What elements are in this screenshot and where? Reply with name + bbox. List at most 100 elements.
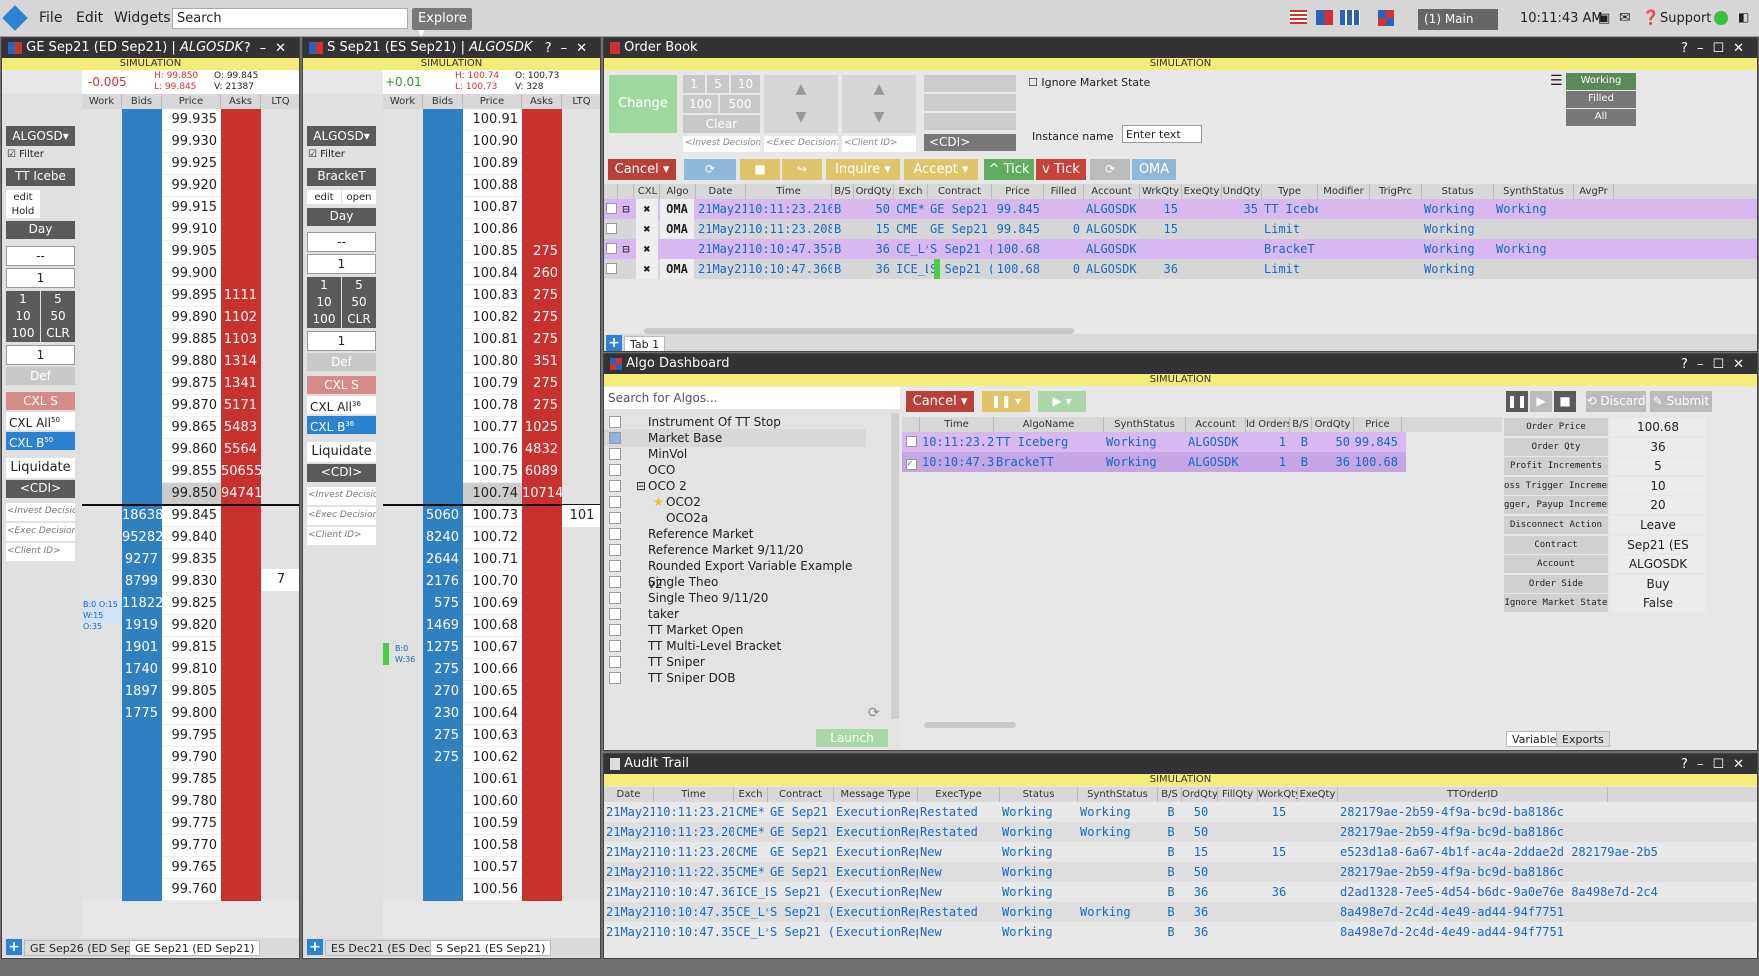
qty-up-down-arrows[interactable]: ▲ ▼ <box>842 75 916 133</box>
work-cell[interactable] <box>383 527 423 549</box>
work-cell[interactable] <box>383 593 423 615</box>
ladder-row[interactable]: 99.860 5564 <box>82 439 299 461</box>
work-cell[interactable] <box>383 549 423 571</box>
work-cell[interactable] <box>82 285 122 307</box>
ask-qty-cell[interactable]: 275 <box>522 285 562 307</box>
support-link[interactable]: Support <box>1660 11 1711 26</box>
work-cell[interactable] <box>82 527 122 549</box>
algo-checkbox[interactable] <box>609 672 621 684</box>
column-header-exch[interactable]: Exch <box>734 787 768 802</box>
work-cell[interactable] <box>82 263 122 285</box>
variable-value[interactable]: Leave <box>1610 516 1706 534</box>
audit-row[interactable]: 21May2110:10:47.357CE_L*S Sep21 (EExecut… <box>604 902 1757 922</box>
ladder-row[interactable]: 99.925 <box>82 153 299 175</box>
column-header-undqty[interactable]: UndQty <box>1222 184 1262 199</box>
work-cell[interactable] <box>82 835 122 857</box>
work-cell[interactable] <box>82 241 122 263</box>
bid-qty-cell[interactable] <box>122 417 162 439</box>
work-cell[interactable] <box>82 219 122 241</box>
ask-qty-cell[interactable] <box>522 791 562 813</box>
cancel-icon[interactable]: ✖ <box>636 259 658 279</box>
horizontal-scrollbar[interactable] <box>924 722 1016 728</box>
edit-button[interactable]: edit <box>307 190 341 204</box>
work-cell[interactable] <box>82 879 122 901</box>
refresh-icon[interactable]: ⟳ <box>684 159 736 180</box>
ladder-row[interactable]: 100.74 10714 <box>383 483 600 505</box>
bid-qty-cell[interactable] <box>423 153 463 175</box>
column-header-ordqty[interactable]: OrdQty <box>1182 787 1218 802</box>
ladder-row[interactable]: 99.895 1111 <box>82 285 299 307</box>
order-row[interactable]: ✖OMA 21May2110:11:23.208B 15 CME GE Sep21 (9… <box>604 219 1757 239</box>
ask-qty-cell[interactable] <box>221 197 261 219</box>
variable-value[interactable]: Buy <box>1610 574 1706 593</box>
variable-value[interactable]: Sep21 (ES Sep21) <box>1610 535 1706 570</box>
algo-order-row[interactable]: ✓ 10:10:47.357BrackeTT Working ALGOSDK 1B 36 1… <box>902 452 1406 472</box>
price-cell[interactable]: 100.90 <box>463 131 522 153</box>
work-cell[interactable] <box>82 747 122 769</box>
qty-1-button[interactable]: 1 <box>6 291 40 308</box>
ask-qty-cell[interactable] <box>221 857 261 879</box>
work-cell[interactable] <box>383 857 423 879</box>
ask-qty-cell[interactable] <box>522 747 562 769</box>
algo-checkbox[interactable] <box>609 656 621 668</box>
bid-qty-cell[interactable]: 2644 <box>423 549 463 571</box>
tick-up-button[interactable]: ^ Tick <box>984 159 1034 180</box>
work-cell[interactable] <box>82 813 122 835</box>
bid-qty-cell[interactable] <box>423 483 463 505</box>
flag-icon[interactable] <box>1290 10 1307 24</box>
default-button[interactable]: Def <box>6 367 75 385</box>
tab-exports[interactable]: Exports <box>1556 731 1610 747</box>
bid-qty-cell[interactable] <box>122 835 162 857</box>
algo-checkbox[interactable] <box>609 592 621 604</box>
ask-qty-cell[interactable]: 351 <box>522 351 562 373</box>
filter-filled-button[interactable]: Filled <box>1566 91 1636 108</box>
algo-checkbox[interactable] <box>609 512 621 524</box>
work-cell[interactable] <box>383 263 423 285</box>
qty-500-button[interactable]: 500 <box>720 95 760 113</box>
price-cell[interactable]: 99.890 <box>162 307 221 329</box>
order-type-select[interactable]: TT Icebe <box>6 168 75 186</box>
work-cell[interactable] <box>383 175 423 197</box>
price-cell[interactable]: 99.775 <box>162 813 221 835</box>
stop-icon[interactable]: ■ <box>1554 391 1576 412</box>
window-controls[interactable]: ?–☐✕ <box>1681 41 1753 56</box>
bid-qty-cell[interactable]: 8240 <box>423 527 463 549</box>
filter-checkbox[interactable]: ☑ Filter <box>308 149 345 160</box>
tt-logo-icon[interactable] <box>2 5 28 31</box>
bid-qty-cell[interactable] <box>122 153 162 175</box>
price-cell[interactable]: 99.905 <box>162 241 221 263</box>
work-cell[interactable] <box>383 395 423 417</box>
bid-qty-cell[interactable] <box>122 483 162 505</box>
cancel-icon[interactable]: ✖ <box>636 219 658 239</box>
select-column-header[interactable] <box>604 184 618 199</box>
bid-qty-cell[interactable]: 9277 <box>122 549 162 571</box>
work-cell[interactable] <box>82 307 122 329</box>
column-header-ttorderid[interactable]: TTOrderID <box>1338 787 1608 802</box>
menu-file[interactable]: File <box>39 10 62 26</box>
row-checkbox[interactable] <box>606 239 618 259</box>
cdi-select[interactable]: <CDI> <box>924 134 1016 151</box>
bid-qty-cell[interactable] <box>423 263 463 285</box>
algo-checkbox[interactable] <box>609 464 621 476</box>
ladder-row[interactable]: 99.920 <box>82 175 299 197</box>
work-cell[interactable] <box>383 373 423 395</box>
bid-qty-cell[interactable] <box>423 439 463 461</box>
ladder-row[interactable]: 100.56 <box>383 879 600 901</box>
ladder-row[interactable]: 100.86 <box>383 219 600 241</box>
bid-qty-cell[interactable] <box>423 417 463 439</box>
price-cell[interactable]: 100.76 <box>463 439 522 461</box>
ladder-row[interactable]: 100.88 <box>383 175 600 197</box>
client-id-field[interactable]: <Client ID> <box>842 136 916 152</box>
algo-checkbox[interactable] <box>609 576 621 588</box>
audit-row[interactable]: 21May2110:10:47.360ICE_LS Sep21 (EExecut… <box>604 882 1757 902</box>
grid-icon[interactable] <box>1340 10 1360 25</box>
price-cell[interactable]: 100.86 <box>463 219 522 241</box>
tab-ge-sep21[interactable]: GE Sep21 (ED Sep21) <box>129 940 261 956</box>
bid-qty-cell[interactable] <box>122 131 162 153</box>
price-cell[interactable]: 100.68 <box>463 615 522 637</box>
algo-checkbox[interactable] <box>609 480 621 492</box>
price-cell[interactable]: 100.84 <box>463 263 522 285</box>
ask-qty-cell[interactable]: 1103 <box>221 329 261 351</box>
work-cell[interactable] <box>82 461 122 483</box>
pause-icon[interactable]: ❚❚ ▾ <box>982 391 1030 412</box>
